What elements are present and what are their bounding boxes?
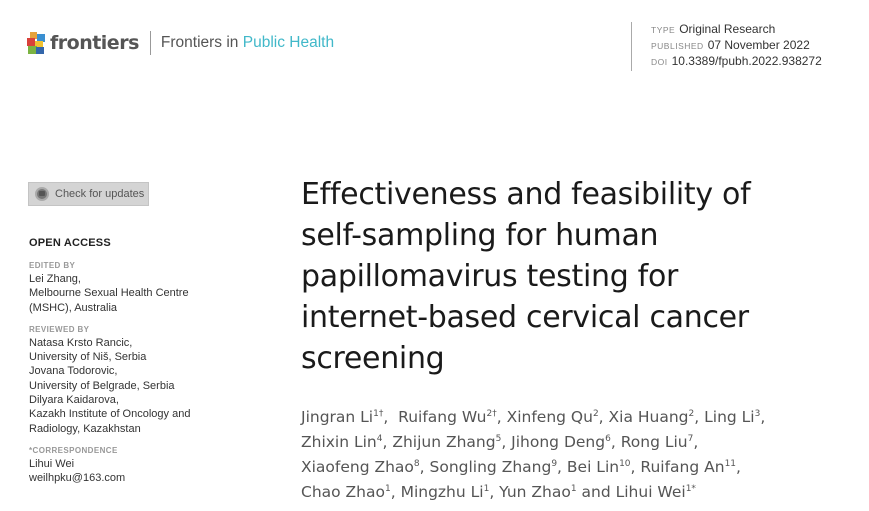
author-name[interactable]: Xiaofeng Zhao8: [301, 458, 420, 476]
affiliation-marker: 2†: [486, 409, 497, 419]
correspondence-name: Lihui Wei: [29, 457, 75, 470]
author-separator: ,: [693, 433, 699, 451]
editor-line: Lei Zhang,: [29, 273, 81, 285]
author-separator: ,: [382, 433, 393, 451]
journal-prefix: Frontiers in: [160, 34, 243, 51]
reviewer-line: Jovana Todorovic,: [29, 365, 118, 378]
meta-published-value: 07 November 2022: [707, 38, 810, 52]
author-name[interactable]: Ling Li3: [704, 408, 760, 426]
author-line: Zhixin Lin4, Zhijun Zhang5, Jihong Deng6…: [301, 430, 841, 455]
meta-doi-label: DOI: [651, 57, 668, 67]
check-for-updates-button[interactable]: Check for updates: [28, 182, 149, 206]
meta-type: TYPE Original Research: [651, 22, 822, 38]
meta-type-value: Original Research: [679, 22, 776, 36]
affiliation-marker: 1*: [685, 484, 696, 494]
author-separator: ,: [501, 433, 512, 451]
author-separator: ,: [390, 483, 401, 501]
author-separator: ,: [496, 408, 507, 426]
article-sidebar: OPEN ACCESS EDITED BY Lei Zhang, Melbour…: [29, 237, 229, 495]
author-separator: ,: [557, 458, 567, 476]
author-name[interactable]: Zhijun Zhang5: [392, 433, 501, 451]
reviewer-line: Natasa Krsto Rancic,: [29, 336, 133, 349]
author-name[interactable]: Lihui Wei1*: [616, 483, 696, 501]
author-separator: ,: [598, 408, 609, 426]
author-separator: ,: [419, 458, 430, 476]
meta-published: PUBLISHED 07 November 2022: [651, 38, 822, 54]
author-name[interactable]: Yun Zhao1: [499, 483, 576, 501]
title-line: screening: [301, 341, 445, 376]
author-separator: ,: [736, 458, 741, 476]
author-name[interactable]: Bei Lin10: [567, 458, 631, 476]
meta-doi: DOI 10.3389/fpubh.2022.938272: [651, 54, 822, 70]
editor-line: (MSHC), Australia: [29, 301, 118, 314]
article-meta: TYPE Original Research PUBLISHED 07 Novemb…: [631, 22, 822, 71]
editor-line: Melbourne Sexual Health Centre: [29, 287, 189, 300]
meta-type-label: TYPE: [651, 25, 676, 35]
affiliation-marker: 10: [619, 459, 631, 469]
author-separator: ,: [694, 408, 705, 426]
author-name[interactable]: Xinfeng Qu2: [507, 408, 599, 426]
header-divider: [149, 31, 151, 55]
meta-published-label: PUBLISHED: [651, 41, 704, 51]
author-separator: ,: [489, 483, 500, 501]
crossmark-icon: [35, 187, 49, 201]
author-separator: and: [576, 483, 616, 501]
reviewer-line: Dilyara Kaidarova,: [29, 394, 119, 407]
author-name[interactable]: Songling Zhang9: [430, 458, 558, 476]
journal-section: Public Health: [242, 34, 335, 51]
author-name[interactable]: Xia Huang2: [609, 408, 695, 426]
author-line: Chao Zhao1, Mingzhu Li1, Yun Zhao1 and L…: [301, 480, 841, 505]
author-separator: ,: [610, 433, 621, 451]
correspondence-section: *CORRESPONDENCE Lihui Wei weilhpku@163.c…: [29, 445, 229, 486]
author-line: Xiaofeng Zhao8, Songling Zhang9, Bei Lin…: [301, 455, 841, 480]
reviewer-line: Kazakh Institute of Oncology and: [29, 408, 191, 421]
affiliation-marker: 11: [724, 459, 737, 469]
article-title: Effectiveness and feasibility of self-sa…: [301, 174, 821, 379]
title-line: self-sampling for human: [301, 218, 659, 253]
author-separator: ,: [383, 408, 399, 426]
journal-name: Frontiers in Public Health: [161, 34, 334, 52]
reviewer-line: University of Belgrade, Serbia: [29, 379, 175, 392]
author-name[interactable]: Mingzhu Li1: [401, 483, 490, 501]
reviewed-by-section: REVIEWED BY Natasa Krsto Rancic, Univers…: [29, 324, 229, 436]
author-separator: ,: [630, 458, 641, 476]
author-name[interactable]: Ruifang Wu2†: [398, 408, 497, 426]
author-name[interactable]: Chao Zhao1: [301, 483, 391, 501]
edited-by-section: EDITED BY Lei Zhang, Melbourne Sexual He…: [29, 260, 229, 315]
author-name[interactable]: Jingran Li1†: [301, 408, 383, 426]
title-line: Effectiveness and feasibility of: [301, 177, 751, 212]
author-name[interactable]: Zhixin Lin4: [301, 433, 382, 451]
author-separator: ,: [760, 408, 766, 426]
open-access-label: OPEN ACCESS: [29, 237, 111, 249]
brand-wordmark: frontiers: [50, 32, 139, 54]
reviewer-line: University of Niš, Serbia: [29, 351, 147, 364]
meta-doi-value[interactable]: 10.3389/fpubh.2022.938272: [672, 54, 822, 68]
title-line: internet-based cervical cancer: [301, 300, 749, 335]
correspondence-email[interactable]: weilhpku@163.com: [29, 471, 229, 485]
reviewed-by-label: REVIEWED BY: [29, 324, 90, 334]
author-name[interactable]: Rong Liu7: [621, 433, 694, 451]
reviewer-line: Radiology, Kazakhstan: [29, 422, 141, 435]
edited-by-label: EDITED BY: [29, 261, 76, 270]
journal-header: frontiers Frontiers in Public Health: [27, 31, 334, 55]
author-name[interactable]: Jihong Deng6: [511, 433, 611, 451]
check-for-updates-label: Check for updates: [55, 188, 145, 200]
frontiers-logo-icon: [27, 32, 46, 54]
author-line: Jingran Li1†, Ruifang Wu2†, Xinfeng Qu2,…: [301, 405, 841, 430]
author-list: Jingran Li1†, Ruifang Wu2†, Xinfeng Qu2,…: [301, 405, 841, 505]
title-line: papillomavirus testing for: [301, 259, 679, 294]
affiliation-marker: 1†: [373, 409, 384, 419]
correspondence-label: *CORRESPONDENCE: [29, 445, 118, 455]
author-name[interactable]: Ruifang An11: [640, 458, 736, 476]
